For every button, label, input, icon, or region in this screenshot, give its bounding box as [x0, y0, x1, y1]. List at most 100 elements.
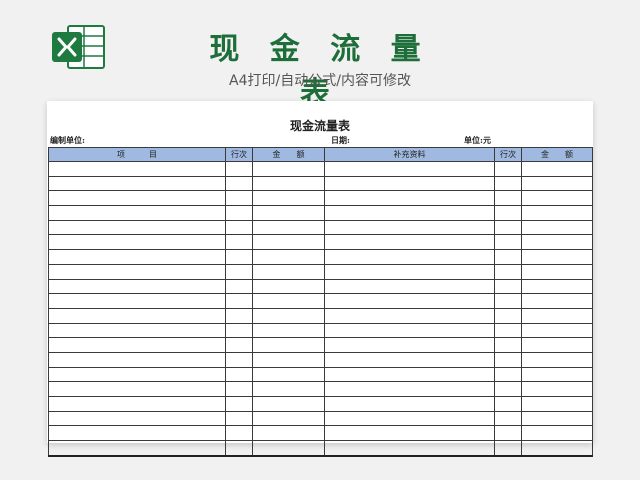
table-cell[interactable] [521, 263, 593, 280]
table-cell[interactable] [252, 381, 325, 397]
table-cell[interactable] [324, 322, 495, 339]
table-cell[interactable] [494, 381, 522, 397]
table-cell[interactable] [324, 381, 495, 397]
table-cell[interactable] [225, 293, 253, 309]
table-cell[interactable] [252, 440, 325, 457]
table-cell[interactable] [48, 263, 226, 280]
table-cell[interactable] [252, 307, 325, 324]
table-cell[interactable] [48, 249, 226, 265]
table-cell[interactable] [494, 293, 522, 309]
table-cell[interactable] [324, 263, 495, 280]
table-cell[interactable] [494, 234, 522, 251]
table-cell[interactable] [225, 219, 253, 236]
table-cell[interactable] [521, 425, 593, 442]
table-cell[interactable] [252, 175, 325, 192]
table-cell[interactable] [225, 410, 253, 427]
table-cell[interactable] [48, 190, 226, 207]
table-cell[interactable] [494, 410, 522, 427]
table-cell[interactable] [521, 381, 593, 397]
table-cell[interactable] [252, 249, 325, 265]
table-cell[interactable] [324, 190, 495, 207]
table-cell[interactable] [48, 205, 226, 221]
table-cell[interactable] [521, 190, 593, 207]
table-cell[interactable] [225, 175, 253, 192]
table-cell[interactable] [324, 396, 495, 412]
table-cell[interactable] [48, 161, 226, 177]
table-cell[interactable] [225, 351, 253, 368]
table-cell[interactable] [252, 263, 325, 280]
table-cell[interactable] [225, 396, 253, 412]
table-cell[interactable] [252, 351, 325, 368]
table-cell[interactable] [252, 234, 325, 251]
table-cell[interactable] [252, 219, 325, 236]
table-cell[interactable] [494, 351, 522, 368]
table-cell[interactable] [48, 175, 226, 192]
table-cell[interactable] [225, 322, 253, 339]
table-cell[interactable] [324, 351, 495, 368]
table-cell[interactable] [225, 425, 253, 442]
table-cell[interactable] [48, 322, 226, 339]
table-cell[interactable] [494, 307, 522, 324]
table-cell[interactable] [48, 440, 226, 457]
table-cell[interactable] [48, 278, 226, 295]
table-cell[interactable] [521, 219, 593, 236]
table-cell[interactable] [494, 175, 522, 192]
table-cell[interactable] [225, 278, 253, 295]
table-cell[interactable] [48, 381, 226, 397]
table-cell[interactable] [324, 175, 495, 192]
table-cell[interactable] [48, 366, 226, 383]
table-cell[interactable] [48, 351, 226, 368]
table-cell[interactable] [494, 337, 522, 353]
table-cell[interactable] [225, 205, 253, 221]
table-cell[interactable] [225, 263, 253, 280]
table-cell[interactable] [252, 410, 325, 427]
table-cell[interactable] [494, 440, 522, 457]
table-cell[interactable] [324, 337, 495, 353]
table-cell[interactable] [521, 175, 593, 192]
table-cell[interactable] [225, 249, 253, 265]
table-cell[interactable] [225, 234, 253, 251]
table-cell[interactable] [48, 410, 226, 427]
table-cell[interactable] [494, 425, 522, 442]
table-cell[interactable] [521, 440, 593, 457]
table-cell[interactable] [225, 440, 253, 457]
table-cell[interactable] [48, 337, 226, 353]
table-cell[interactable] [48, 425, 226, 442]
table-cell[interactable] [494, 190, 522, 207]
table-cell[interactable] [494, 205, 522, 221]
table-cell[interactable] [521, 205, 593, 221]
table-cell[interactable] [521, 410, 593, 427]
table-cell[interactable] [324, 410, 495, 427]
table-cell[interactable] [521, 307, 593, 324]
table-cell[interactable] [48, 396, 226, 412]
table-cell[interactable] [521, 351, 593, 368]
table-cell[interactable] [494, 366, 522, 383]
table-cell[interactable] [521, 234, 593, 251]
table-cell[interactable] [521, 337, 593, 353]
table-cell[interactable] [252, 190, 325, 207]
table-cell[interactable] [252, 396, 325, 412]
table-cell[interactable] [324, 278, 495, 295]
table-cell[interactable] [252, 366, 325, 383]
table-cell[interactable] [225, 307, 253, 324]
table-cell[interactable] [324, 234, 495, 251]
table-cell[interactable] [494, 278, 522, 295]
table-cell[interactable] [521, 249, 593, 265]
table-cell[interactable] [521, 396, 593, 412]
table-cell[interactable] [225, 337, 253, 353]
table-cell[interactable] [48, 219, 226, 236]
table-cell[interactable] [252, 161, 325, 177]
table-cell[interactable] [494, 161, 522, 177]
table-cell[interactable] [324, 440, 495, 457]
table-cell[interactable] [494, 219, 522, 236]
table-cell[interactable] [252, 205, 325, 221]
table-cell[interactable] [324, 219, 495, 236]
table-cell[interactable] [252, 425, 325, 442]
table-cell[interactable] [494, 263, 522, 280]
table-cell[interactable] [225, 366, 253, 383]
table-cell[interactable] [225, 190, 253, 207]
table-cell[interactable] [324, 161, 495, 177]
table-cell[interactable] [48, 307, 226, 324]
table-cell[interactable] [48, 234, 226, 251]
table-cell[interactable] [324, 366, 495, 383]
